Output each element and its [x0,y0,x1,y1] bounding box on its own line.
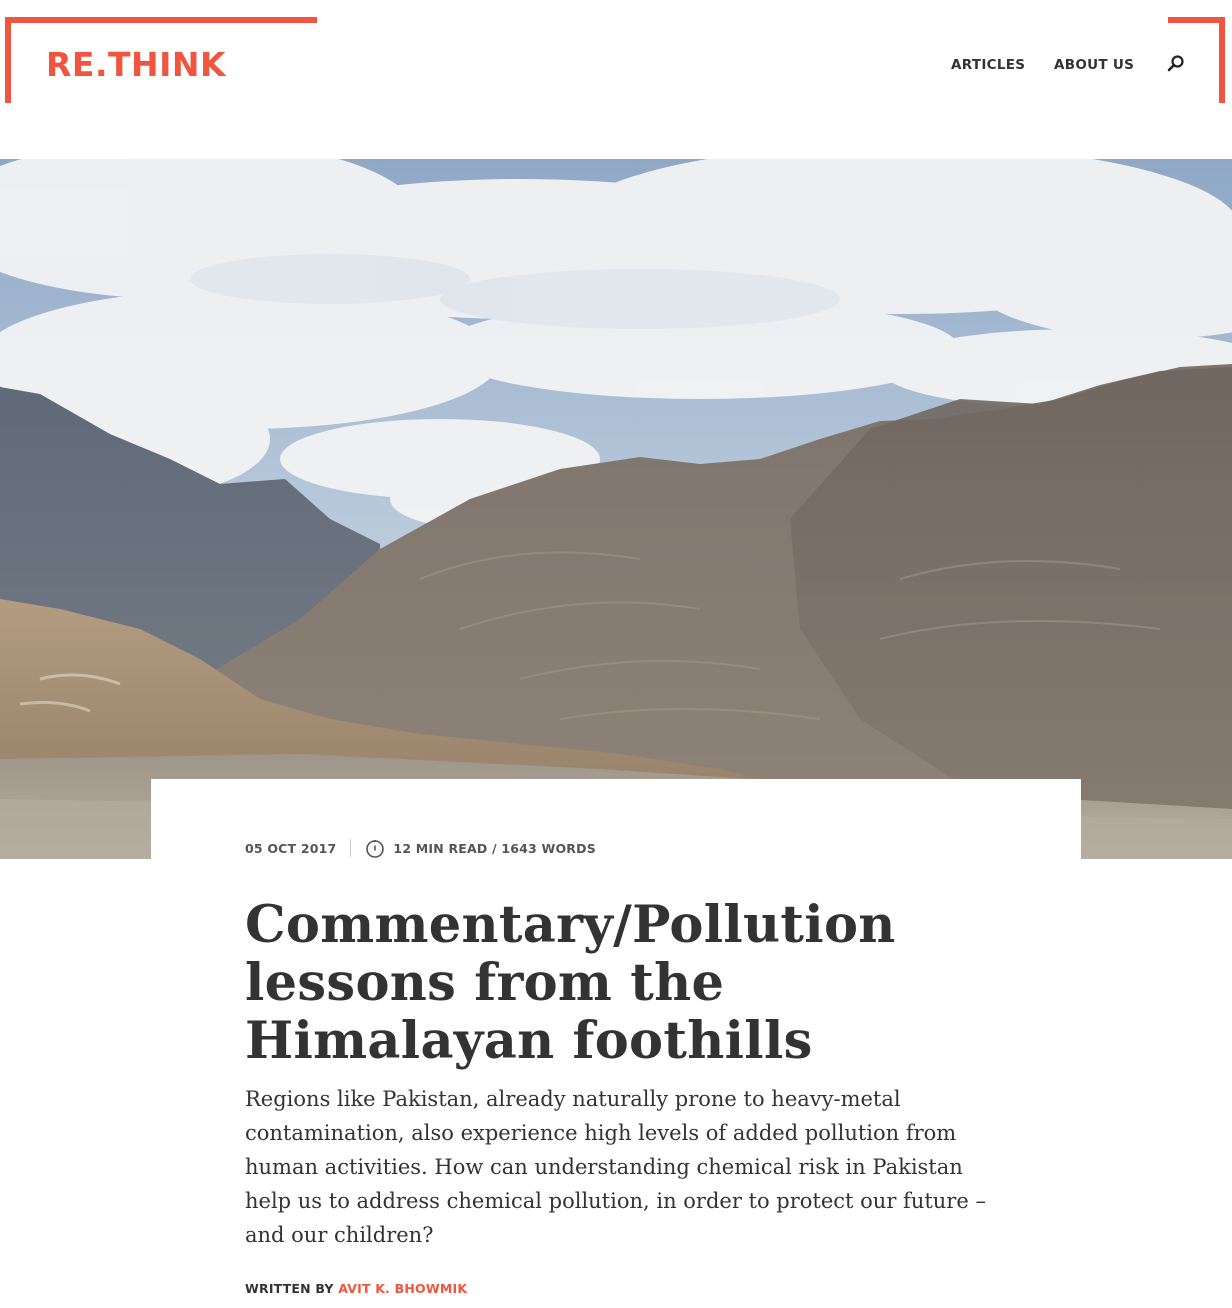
hero-image [0,159,1232,859]
header-bracket-right [1168,17,1225,23]
nav-articles[interactable]: ARTICLES [951,57,1025,73]
article-date: 05 OCT 2017 [245,840,337,856]
header-bracket-right-side [1219,17,1225,103]
search-icon[interactable] [1166,54,1186,74]
article-summary: Regions like Pakistan, already naturally… [245,1087,986,1247]
meta-divider [350,839,352,857]
author-link[interactable]: AVIT K. BHOWMIK [338,1281,467,1296]
site-logo[interactable]: RE.THINK [46,45,226,85]
nav-about-us[interactable]: ABOUT US [1054,57,1134,73]
header-bracket-left-side [5,17,11,103]
article-category[interactable]: Commentary/ [245,895,632,955]
header-bracket-left [5,17,317,23]
clock-icon [365,838,385,858]
article-meta: 05 OCT 2017 12 MIN READ / 1643 WORDS [245,838,596,858]
read-time: 12 MIN READ / 1643 WORDS [393,840,596,856]
byline: WRITTEN BY AVIT K. BHOWMIK [245,1281,467,1296]
article-title: Commentary/Pollution lessons from the Hi… [245,896,1005,1070]
site-header: RE.THINK ARTICLES ABOUT US [0,0,1232,159]
byline-prefix: WRITTEN BY [245,1281,334,1296]
